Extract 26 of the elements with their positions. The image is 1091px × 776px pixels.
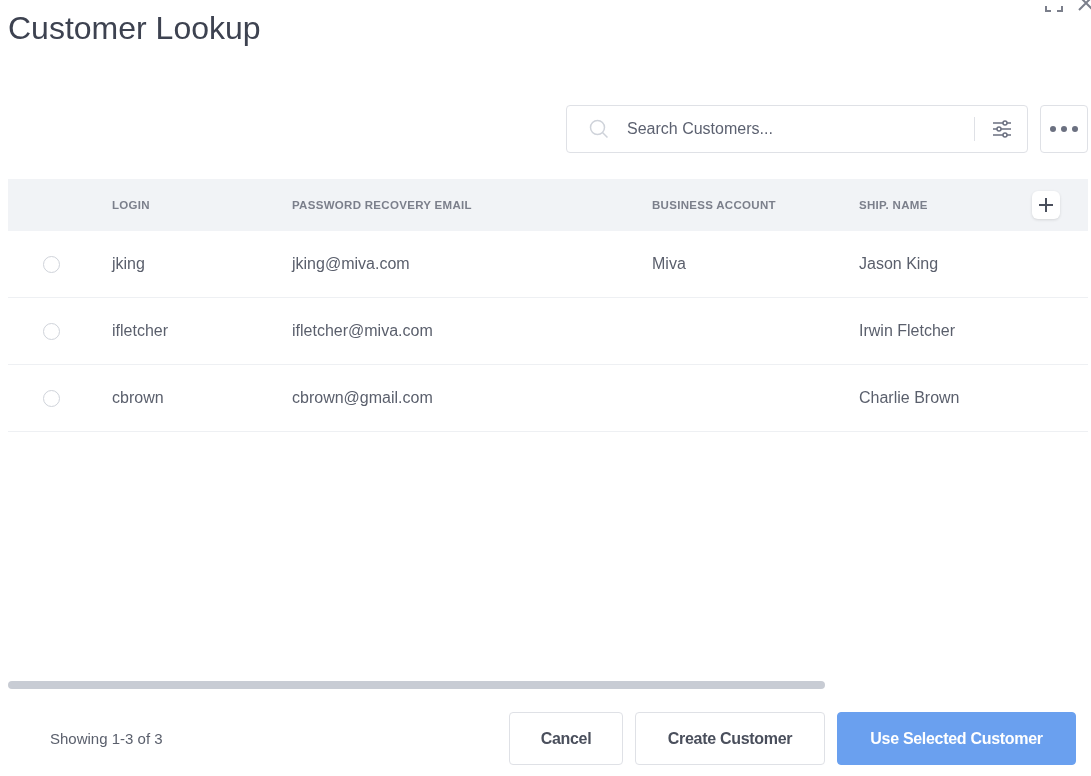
- table-cell-text: Charlie Brown: [859, 389, 961, 407]
- column-header: SHIP. NAME: [859, 199, 929, 211]
- secondary-button[interactable]: Cancel: [509, 712, 623, 765]
- table-cell-text: ifletcher@miva.com: [292, 322, 434, 340]
- filter-sliders-icon[interactable]: [991, 118, 1013, 140]
- table-cell-text: Irwin Fletcher: [859, 322, 957, 340]
- secondary-button[interactable]: Create Customer: [635, 712, 825, 765]
- more-options-button[interactable]: [1040, 105, 1088, 153]
- more-dots-icon: [1049, 125, 1079, 133]
- column-header: PASSWORD RECOVERY EMAIL: [292, 199, 473, 211]
- table-cell-text: Miva: [652, 255, 687, 273]
- search-box[interactable]: Search Customers...: [566, 105, 1028, 153]
- table-cell-text: cbrown@gmail.com: [292, 389, 434, 407]
- table-cell-text: ifletcher: [112, 322, 170, 340]
- add-column-button[interactable]: [1032, 191, 1060, 219]
- horizontal-scrollbar[interactable]: [8, 681, 825, 689]
- plus-icon: [1039, 198, 1053, 212]
- column-header: BUSINESS ACCOUNT: [652, 199, 777, 211]
- window-title: Customer Lookup: [8, 9, 261, 48]
- table-cell-text: Jason King: [859, 255, 940, 273]
- results-count: Showing 1-3 of 3: [50, 730, 164, 747]
- table-cell-text: jking@miva.com: [292, 255, 411, 273]
- table-cell-text: cbrown: [112, 389, 165, 407]
- table-cell-text: jking: [112, 255, 146, 273]
- column-header: LOGIN: [112, 199, 151, 211]
- search-icon: [589, 119, 609, 139]
